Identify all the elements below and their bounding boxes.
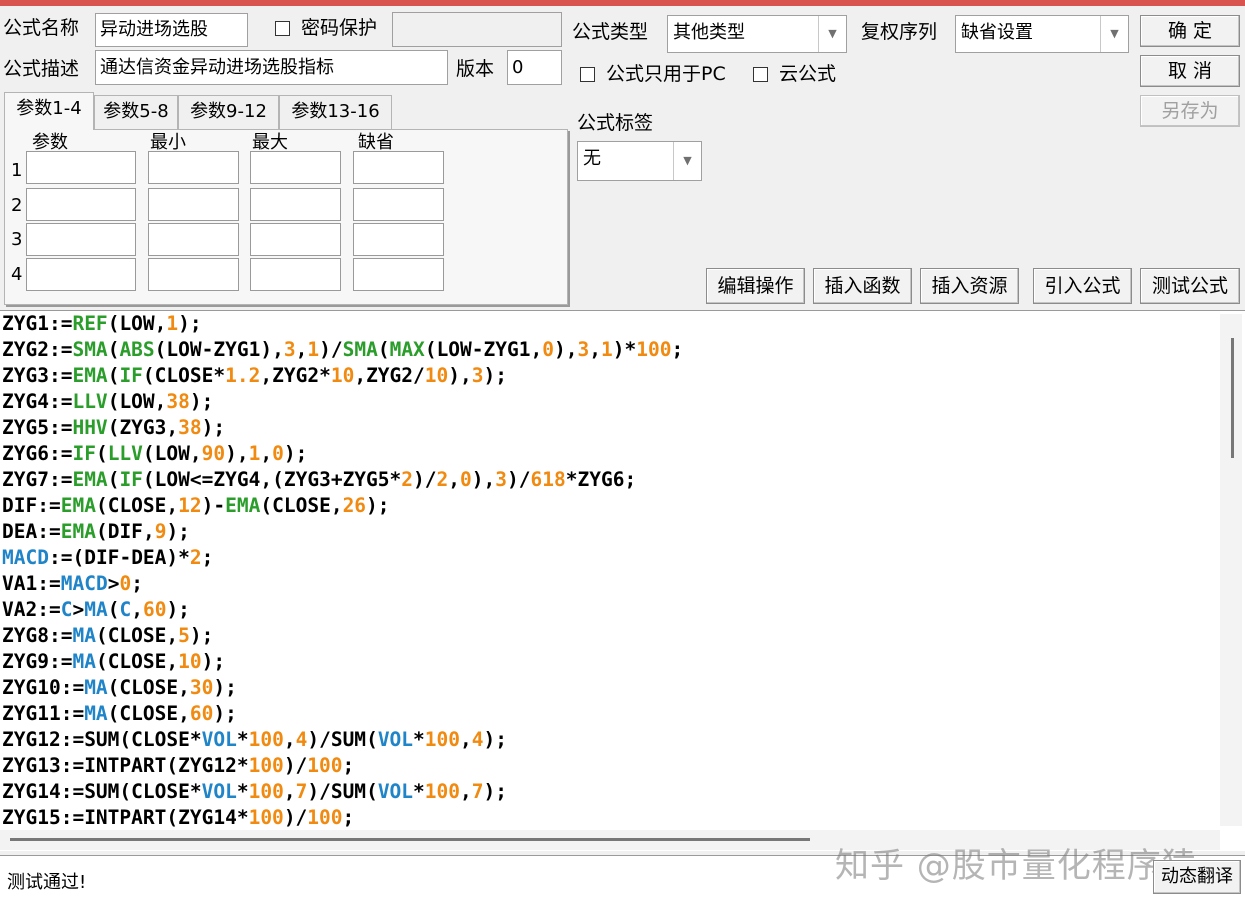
chevron-down-icon: ▼ [818, 16, 846, 52]
dynamic-translate-button[interactable]: 动态翻译 [1153, 860, 1241, 894]
param-row-number: 3 [11, 229, 23, 250]
test-formula-button[interactable]: 测试公式 [1140, 268, 1240, 304]
formula-tag-label: 公式标签 [577, 112, 654, 134]
param-min-input[interactable] [148, 223, 239, 256]
rights-series-select[interactable]: 缺省设置 ▼ [955, 15, 1129, 53]
formula-type-select[interactable]: 其他类型 ▼ [667, 15, 847, 53]
code-line: ZYG3:=EMA(IF(CLOSE*1.2,ZYG2*10,ZYG2/10),… [2, 364, 507, 387]
formula-code: ZYG1:=REF(LOW,1); ZYG2:=SMA(ABS(LOW-ZYG1)… [2, 311, 683, 831]
rights-series-label: 复权序列 [861, 21, 938, 43]
vertical-scroll-thumb[interactable] [1231, 338, 1234, 458]
param-default-input[interactable] [353, 188, 444, 221]
code-line: ZYG11:=MA(CLOSE,60); [2, 702, 237, 725]
status-text: 测试通过! [7, 872, 87, 893]
formula-type-label: 公式类型 [572, 21, 649, 43]
code-line: DIF:=EMA(CLOSE,12)-EMA(CLOSE,26); [2, 494, 390, 517]
horizontal-scroll-thumb[interactable] [10, 838, 810, 841]
code-line: VA1:=MACD>0; [2, 572, 143, 595]
formula-tag-select[interactable]: 无 ▼ [577, 141, 702, 181]
pc-only-checkbox[interactable] [580, 67, 595, 82]
code-line: DEA:=EMA(DIF,9); [2, 520, 190, 543]
save-as-button[interactable]: 另存为 [1140, 95, 1240, 127]
param-name-input[interactable] [26, 188, 136, 221]
formula-tag-value: 无 [583, 148, 601, 169]
version-input[interactable]: 0 [507, 50, 562, 85]
code-line: ZYG10:=MA(CLOSE,30); [2, 676, 237, 699]
code-line: ZYG15:=INTPART(ZYG14*100)/100; [2, 806, 355, 829]
param-default-input[interactable] [353, 223, 444, 256]
param-max-input[interactable] [250, 258, 341, 291]
version-label: 版本 [456, 58, 495, 80]
param-name-input[interactable] [26, 151, 136, 184]
chevron-down-icon: ▼ [1100, 16, 1128, 52]
code-line: ZYG9:=MA(CLOSE,10); [2, 650, 226, 673]
pc-only-label: 公式只用于PC [606, 63, 726, 85]
password-protect-checkbox[interactable] [275, 21, 290, 36]
code-line: MACD:=(DIF-DEA)*2; [2, 546, 214, 569]
param-max-input[interactable] [250, 151, 341, 184]
param-default-input[interactable] [353, 151, 444, 184]
password-protect-label: 密码保护 [301, 17, 378, 39]
param-max-input[interactable] [250, 223, 341, 256]
param-min-input[interactable] [148, 258, 239, 291]
window-top-border [0, 0, 1245, 6]
param-min-input[interactable] [148, 151, 239, 184]
insert-resource-button[interactable]: 插入资源 [920, 268, 1019, 304]
formula-desc-input[interactable]: 通达信资金异动进场选股指标 [95, 50, 448, 85]
code-line: VA2:=C>MA(C,60); [2, 598, 190, 621]
password-input [392, 12, 562, 47]
code-line: ZYG2:=SMA(ABS(LOW-ZYG1),3,1)/SMA(MAX(LOW… [2, 338, 684, 361]
cloud-formula-checkbox[interactable] [753, 67, 768, 82]
code-line: ZYG8:=MA(CLOSE,5); [2, 624, 214, 647]
code-line: ZYG14:=SUM(CLOSE*VOL*100,7)/SUM(VOL*100,… [2, 780, 508, 803]
formula-type-value: 其他类型 [673, 22, 745, 43]
code-line: ZYG7:=EMA(IF(LOW<=ZYG4,(ZYG3+ZYG5*2)/2,0… [2, 468, 637, 491]
param-default-input[interactable] [353, 258, 444, 291]
edit-ops-button[interactable]: 编辑操作 [706, 268, 805, 304]
formula-desc-label: 公式描述 [3, 58, 80, 80]
rights-series-value: 缺省设置 [961, 22, 1033, 43]
formula-name-input[interactable]: 异动进场选股 [95, 13, 248, 47]
param-name-input[interactable] [26, 223, 136, 256]
param-max-input[interactable] [250, 188, 341, 221]
param-row-number: 2 [11, 195, 23, 216]
insert-function-button[interactable]: 插入函数 [813, 268, 912, 304]
param-name-input[interactable] [26, 258, 136, 291]
import-formula-button[interactable]: 引入公式 [1033, 268, 1132, 304]
chevron-down-icon: ▼ [673, 142, 701, 180]
tab-params-5-8[interactable]: 参数5-8 [94, 95, 178, 129]
cancel-button[interactable]: 取 消 [1140, 55, 1240, 87]
ok-button[interactable]: 确 定 [1140, 15, 1240, 47]
param-row-number: 4 [11, 264, 23, 285]
tab-params-9-12[interactable]: 参数9-12 [178, 95, 279, 129]
code-line: ZYG12:=SUM(CLOSE*VOL*100,4)/SUM(VOL*100,… [2, 728, 508, 751]
param-row-number: 1 [11, 160, 23, 181]
code-line: ZYG5:=HHV(ZYG3,38); [2, 416, 226, 439]
formula-name-label: 公式名称 [3, 17, 80, 39]
code-line: ZYG4:=LLV(LOW,38); [2, 390, 214, 413]
code-line: ZYG1:=REF(LOW,1); [2, 312, 202, 335]
watermark: 知乎 @股市量化程序猿 [835, 846, 1197, 886]
code-line: ZYG13:=INTPART(ZYG12*100)/100; [2, 754, 355, 777]
param-min-input[interactable] [148, 188, 239, 221]
tab-params-1-4[interactable]: 参数1-4 [4, 92, 94, 130]
formula-code-editor[interactable]: ZYG1:=REF(LOW,1); ZYG2:=SMA(ABS(LOW-ZYG1)… [0, 310, 1245, 851]
tab-params-13-16[interactable]: 参数13-16 [279, 95, 392, 129]
code-line: ZYG6:=IF(LLV(LOW,90),1,0); [2, 442, 308, 465]
cloud-formula-label: 云公式 [779, 63, 837, 85]
